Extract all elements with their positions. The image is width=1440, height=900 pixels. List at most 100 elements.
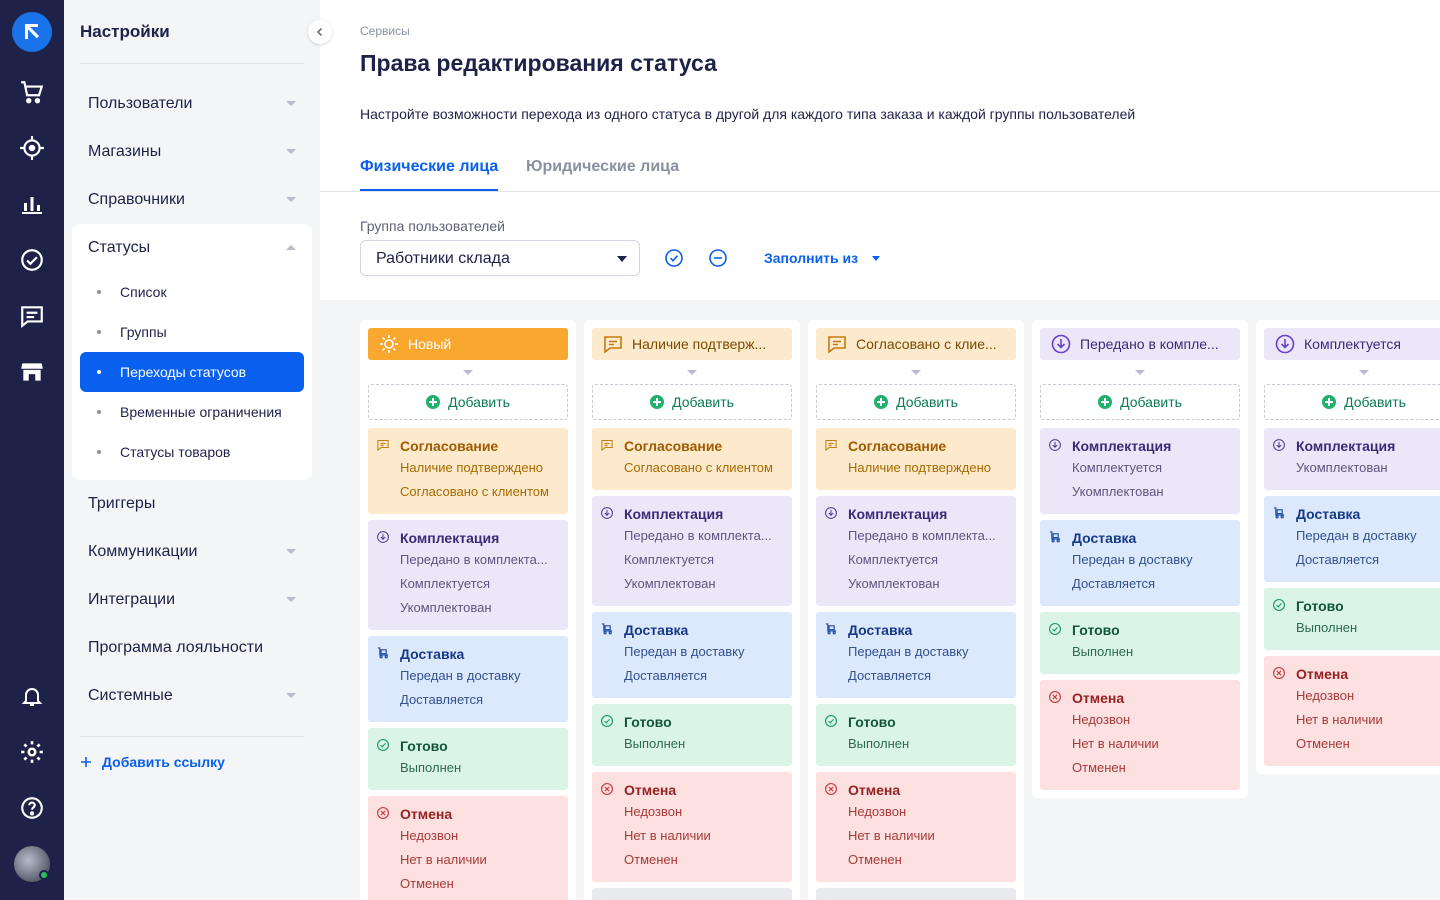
settings-icon[interactable]: [16, 736, 48, 768]
tab-legal-entities[interactable]: Юридические лица: [526, 158, 679, 191]
status-item[interactable]: Комплектуется: [848, 548, 1016, 572]
status-item[interactable]: Передан в доставку: [848, 640, 1016, 664]
column-header[interactable]: Комплектуется: [1264, 328, 1440, 360]
status-item[interactable]: Укомплектован: [400, 596, 568, 620]
status-group-card[interactable]: Комплектация Передано в комплекта... Компл…: [592, 496, 792, 606]
status-item[interactable]: Выполнен: [400, 756, 568, 780]
status-item[interactable]: Доставляется: [1072, 572, 1240, 596]
status-group-card[interactable]: Готово Выполнен: [816, 704, 1016, 766]
status-item[interactable]: Согласовано с клиентом: [624, 456, 792, 480]
status-item[interactable]: Комплектуется: [624, 548, 792, 572]
status-item[interactable]: Выполнен: [1072, 640, 1240, 664]
status-item[interactable]: Укомплектован: [1296, 456, 1440, 480]
bell-icon[interactable]: [16, 680, 48, 712]
status-item[interactable]: Наличие подтверждено: [848, 456, 1016, 480]
status-group-card[interactable]: Доставка Передан в доставку Доставляется: [1264, 496, 1440, 582]
sidebar-item-users[interactable]: Пользователи: [88, 95, 296, 113]
breadcrumb[interactable]: Сервисы: [360, 24, 410, 38]
status-item[interactable]: Нет в наличии: [848, 824, 1016, 848]
add-transition-button[interactable]: Добавить: [592, 384, 792, 420]
status-group-card[interactable]: Отмена Недозвон Нет в наличии Отменен: [592, 772, 792, 882]
sidebar-subitem-list[interactable]: Список: [80, 272, 304, 312]
check-circle-icon[interactable]: [16, 244, 48, 276]
status-item[interactable]: Отменен: [624, 848, 792, 872]
status-item[interactable]: Нет в наличии: [624, 824, 792, 848]
status-item[interactable]: Недозвон: [1072, 708, 1240, 732]
status-item[interactable]: Укомплектован: [848, 572, 1016, 596]
status-group-card[interactable]: Комплектация Укомплектован: [1264, 428, 1440, 490]
add-transition-button[interactable]: Добавить: [1040, 384, 1240, 420]
sidebar-item-triggers[interactable]: Триггеры: [88, 495, 296, 513]
sidebar-item-statuses[interactable]: Статусы: [88, 239, 296, 257]
status-group-card[interactable]: Готово Выполнен: [368, 728, 568, 790]
status-group-card[interactable]: Согласование Наличие подтверждено Согласов…: [368, 428, 568, 514]
status-item[interactable]: Нет в наличии: [400, 848, 568, 872]
status-item[interactable]: Передан в доставку: [1296, 524, 1440, 548]
status-item[interactable]: Нет в наличии: [1072, 732, 1240, 756]
status-item[interactable]: Выполнен: [624, 732, 792, 756]
sidebar-item-communications[interactable]: Коммуникации: [88, 543, 296, 561]
status-item[interactable]: Комплектуется: [400, 572, 568, 596]
status-item[interactable]: Доставляется: [848, 664, 1016, 688]
chart-icon[interactable]: [16, 188, 48, 220]
status-group-card[interactable]: Комплектация Передано в комплекта... Компл…: [816, 496, 1016, 606]
status-item[interactable]: Отменен: [400, 872, 568, 896]
status-item[interactable]: Отменен: [1296, 732, 1440, 756]
status-group-card[interactable]: Готово Выполнен: [1264, 588, 1440, 650]
status-item[interactable]: Передан в доставку: [1072, 548, 1240, 572]
status-item[interactable]: Отменен: [848, 848, 1016, 872]
sidebar-item-loyalty[interactable]: Программа лояльности: [88, 639, 296, 657]
target-icon[interactable]: [16, 132, 48, 164]
status-item[interactable]: Выполнен: [1296, 616, 1440, 640]
sidebar-item-references[interactable]: Справочники: [88, 191, 296, 209]
status-group-card[interactable]: Отмена Недозвон Нет в наличии Отменен: [368, 796, 568, 900]
status-item[interactable]: Недозвон: [400, 824, 568, 848]
status-item[interactable]: Нет в наличии: [1296, 708, 1440, 732]
status-item[interactable]: Недозвон: [1296, 684, 1440, 708]
sidebar-subitem-product-statuses[interactable]: Статусы товаров: [80, 432, 304, 472]
cart-icon[interactable]: [16, 76, 48, 108]
sidebar-subitem-groups[interactable]: Группы: [80, 312, 304, 352]
status-group-card[interactable]: Комплектация Комплектуется Укомплектован: [1040, 428, 1240, 514]
status-group-card[interactable]: Готово Выполнен: [592, 704, 792, 766]
status-group-card[interactable]: Пользовательский: [592, 888, 792, 900]
status-item[interactable]: Укомплектован: [1072, 480, 1240, 504]
status-group-card[interactable]: Доставка Передан в доставку Доставляется: [1040, 520, 1240, 606]
column-header[interactable]: Наличие подтверж...: [592, 328, 792, 360]
add-link-button[interactable]: Добавить ссылку: [80, 754, 225, 770]
sidebar-item-integrations[interactable]: Интеграции: [88, 591, 296, 609]
column-header[interactable]: Новый: [368, 328, 568, 360]
status-group-card[interactable]: Готово Выполнен: [1040, 612, 1240, 674]
sidebar-subitem-time-limits[interactable]: Временные ограничения: [80, 392, 304, 432]
user-group-select[interactable]: Работники склада: [360, 240, 640, 276]
help-icon[interactable]: [16, 792, 48, 824]
status-item[interactable]: Недозвон: [848, 800, 1016, 824]
tab-individuals[interactable]: Физические лица: [360, 158, 499, 191]
select-all-icon[interactable]: [664, 248, 684, 268]
logo[interactable]: [12, 12, 52, 52]
chat-icon[interactable]: [16, 300, 48, 332]
sidebar-subitem-transitions[interactable]: Переходы статусов: [80, 352, 304, 392]
status-item[interactable]: Передано в комплекта...: [400, 548, 568, 572]
status-item[interactable]: Передано в комплекта...: [848, 524, 1016, 548]
status-item[interactable]: Доставляется: [624, 664, 792, 688]
status-item[interactable]: Комплектуется: [1072, 456, 1240, 480]
status-group-card[interactable]: Отмена Недозвон Нет в наличии Отменен: [816, 772, 1016, 882]
status-group-card[interactable]: Доставка Передан в доставку Доставляется: [592, 612, 792, 698]
fill-from-button[interactable]: Заполнить из: [764, 250, 881, 266]
status-group-card[interactable]: Согласование Согласовано с клиентом: [592, 428, 792, 490]
add-transition-button[interactable]: Добавить: [368, 384, 568, 420]
status-group-card[interactable]: Согласование Наличие подтверждено: [816, 428, 1016, 490]
column-header[interactable]: Передано в компле...: [1040, 328, 1240, 360]
status-item[interactable]: Недозвон: [624, 800, 792, 824]
status-group-card[interactable]: Доставка Передан в доставку Доставляется: [368, 636, 568, 722]
store-icon[interactable]: [16, 356, 48, 388]
status-item[interactable]: Отменен: [1072, 756, 1240, 780]
add-transition-button[interactable]: Добавить: [816, 384, 1016, 420]
status-item[interactable]: Согласовано с клиентом: [400, 480, 568, 504]
status-group-card[interactable]: Отмена Недозвон Нет в наличии Отменен: [1040, 680, 1240, 790]
status-item[interactable]: Передан в доставку: [400, 664, 568, 688]
add-transition-button[interactable]: Добавить: [1264, 384, 1440, 420]
sidebar-item-shops[interactable]: Магазины: [88, 143, 296, 161]
status-group-card[interactable]: Отмена Недозвон Нет в наличии Отменен: [1264, 656, 1440, 766]
